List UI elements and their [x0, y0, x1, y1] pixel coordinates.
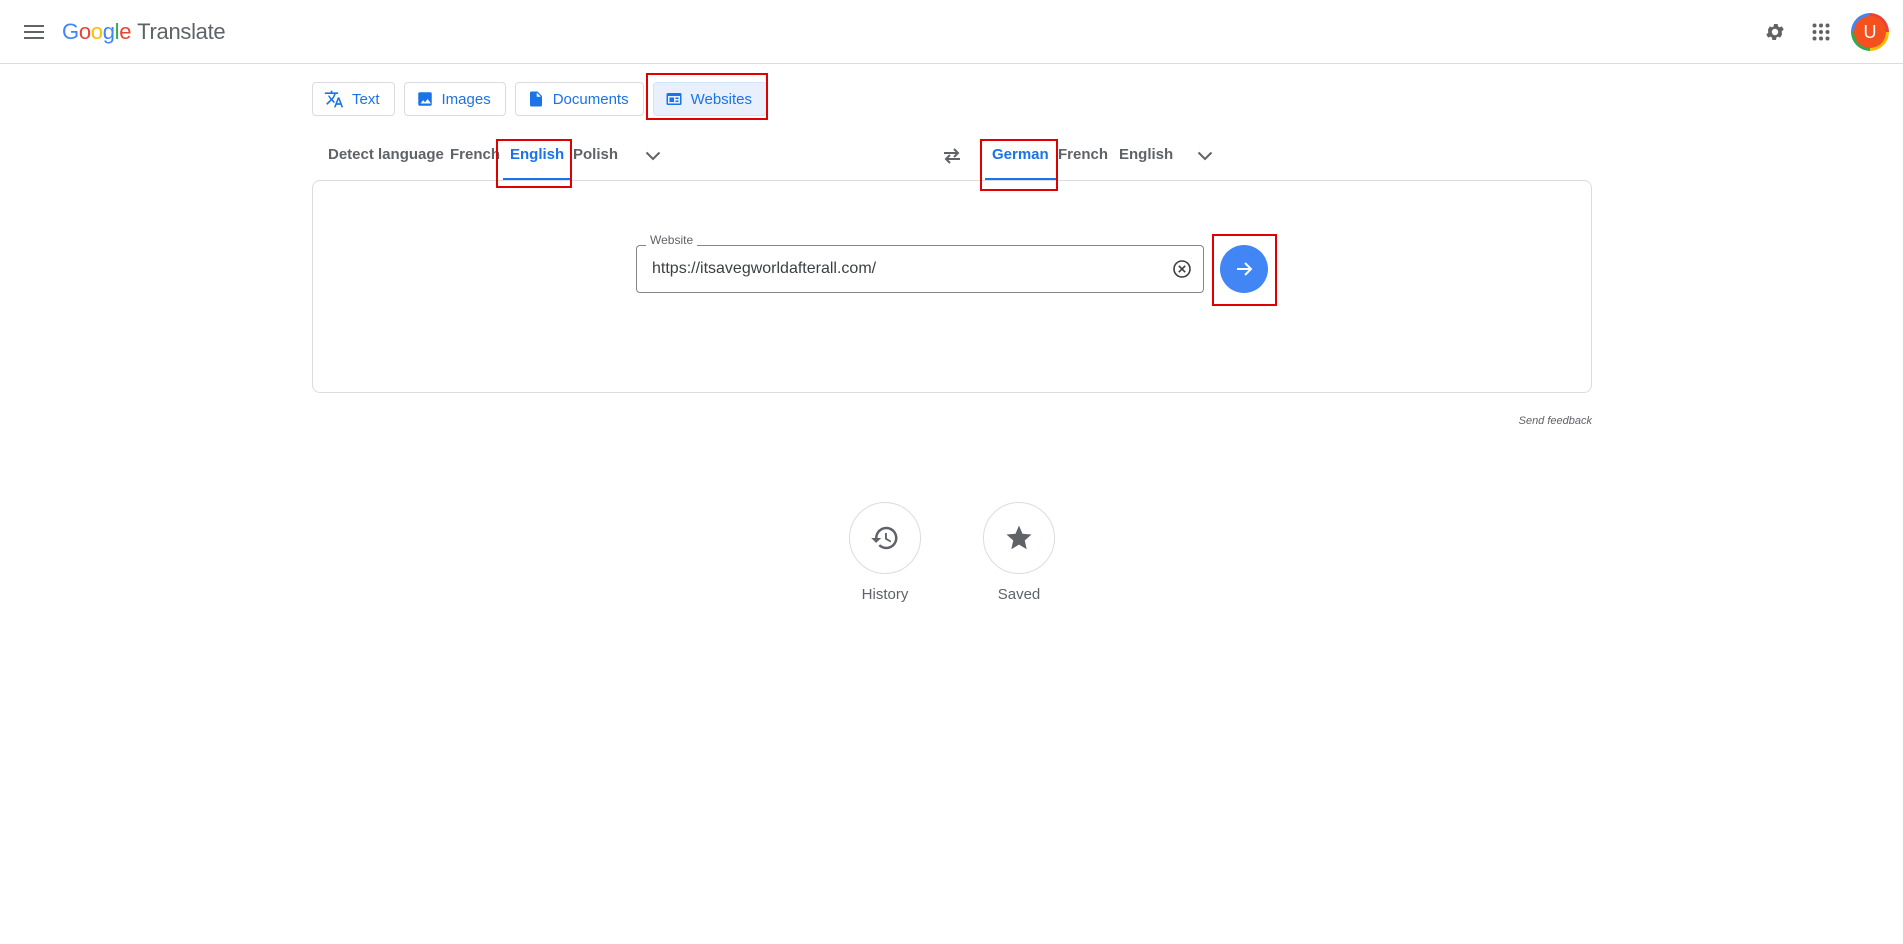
- target-lang-german[interactable]: German: [985, 137, 1056, 181]
- source-lang-polish[interactable]: Polish: [573, 137, 618, 181]
- saved-label: Saved: [997, 586, 1041, 603]
- chevron-down-icon: [1197, 151, 1213, 161]
- google-translate-logo[interactable]: Google Translate: [62, 17, 226, 47]
- logo-letter: G: [62, 19, 79, 44]
- swap-languages-button[interactable]: [940, 144, 964, 168]
- image-icon: [417, 92, 432, 106]
- tab-text-label: Text: [352, 90, 380, 108]
- hamburger-menu-icon: [24, 25, 44, 39]
- target-lang-french[interactable]: French: [1058, 137, 1108, 181]
- website-url-input[interactable]: [650, 246, 1150, 292]
- product-name: Translate: [137, 19, 226, 44]
- logo-letter: o: [90, 19, 103, 44]
- history-label: History: [861, 586, 909, 603]
- clear-circle-icon: [1173, 260, 1191, 278]
- star-icon: [1006, 525, 1032, 550]
- target-lang-more-button[interactable]: [1193, 144, 1217, 168]
- go-translate-website-button[interactable]: [1220, 245, 1268, 293]
- saved-button[interactable]: [983, 502, 1055, 574]
- chevron-down-icon: [645, 151, 661, 161]
- history-button[interactable]: [849, 502, 921, 574]
- logo-letter: e: [119, 19, 132, 44]
- translate-icon: [324, 90, 344, 108]
- tab-images[interactable]: Images: [403, 82, 506, 116]
- tab-text[interactable]: Text: [312, 82, 395, 116]
- send-feedback-link[interactable]: Send feedback: [1480, 415, 1592, 427]
- tab-documents[interactable]: Documents: [514, 82, 644, 116]
- clear-url-button[interactable]: [1171, 258, 1193, 280]
- account-avatar[interactable]: U: [1851, 13, 1889, 51]
- apps-button[interactable]: [1806, 17, 1836, 47]
- saved-section: Saved: [982, 502, 1056, 603]
- target-lang-english[interactable]: English: [1119, 137, 1173, 181]
- source-lang-french[interactable]: French: [450, 137, 500, 181]
- arrow-right-icon: [1237, 262, 1253, 276]
- history-section: History: [848, 502, 922, 603]
- avatar-initial: U: [1854, 16, 1886, 48]
- website-field-label: Website: [646, 233, 698, 247]
- document-icon: [529, 91, 542, 107]
- website-icon: [666, 93, 682, 105]
- mode-tabs: Text Images Documents Websites: [312, 82, 768, 116]
- main-menu-button[interactable]: [19, 17, 49, 47]
- logo-letter: g: [102, 19, 115, 44]
- apps-grid-icon: [1812, 23, 1830, 41]
- tab-images-label: Images: [441, 90, 491, 108]
- settings-button[interactable]: [1760, 17, 1790, 47]
- source-lang-detect[interactable]: Detect language: [328, 137, 444, 181]
- source-lang-more-button[interactable]: [641, 144, 665, 168]
- tab-websites-label: Websites: [690, 90, 753, 108]
- app-header: Google Translate U: [0, 0, 1903, 64]
- logo-letter: o: [78, 19, 91, 44]
- gear-icon: [1766, 24, 1784, 40]
- swap-arrows-icon: [944, 148, 960, 164]
- tab-websites[interactable]: Websites: [652, 82, 768, 116]
- tab-documents-label: Documents: [552, 90, 629, 108]
- history-icon: [871, 526, 898, 550]
- source-lang-english[interactable]: English: [502, 137, 572, 181]
- website-url-field: [636, 245, 1204, 293]
